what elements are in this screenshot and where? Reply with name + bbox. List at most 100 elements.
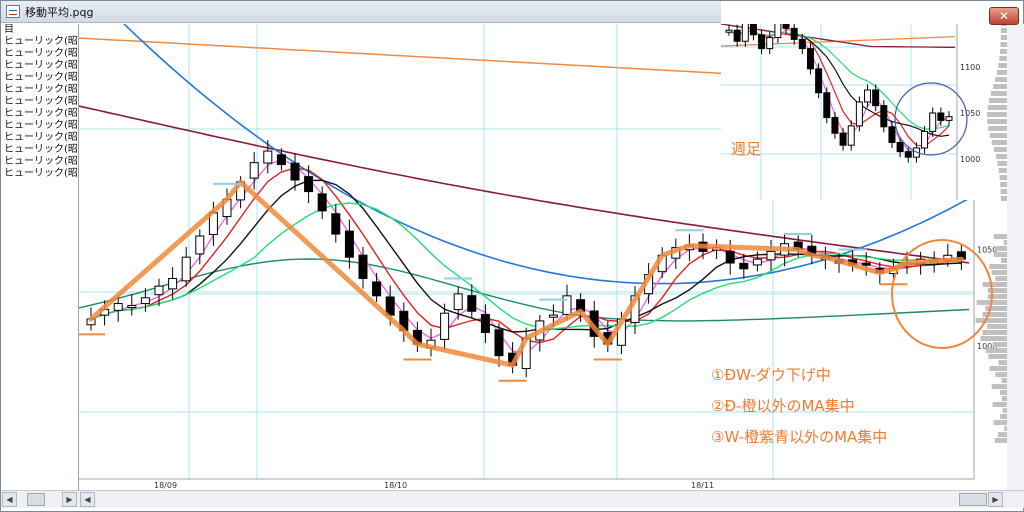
weekly-volume-bar [991,140,1007,145]
volume-bar [993,234,1007,239]
weekly-volume-bar [993,147,1007,152]
volume-bar [985,306,1007,311]
weekly-candle-up [741,20,749,42]
weekly-candle-down [896,141,904,153]
volume-bar [999,390,1007,395]
weekly-volume-bar [998,63,1007,68]
weekly-candle-up [921,130,929,149]
scroll-right-icon[interactable]: ▶ [62,492,77,507]
volume-bar [987,324,1007,329]
vertical-scrollbar[interactable] [1007,24,1024,490]
chart-scroll-right-icon[interactable]: ▶ [988,492,1003,507]
volume-bar [982,282,1007,287]
volume-bar [992,342,1007,347]
stock-list-header: 目 [4,24,14,35]
weekly-panel-label: 週足 [731,140,761,158]
window-title: 移動平均.pqg [25,6,94,19]
title-bar[interactable]: 移動平均.pqg [1,1,721,23]
weekly-candle-down [880,105,888,128]
volume-bar [994,246,1007,251]
candle-up [195,235,205,255]
candle-up [249,162,259,179]
volume-bar [994,438,1007,443]
list-horizontal-scrollbar[interactable]: ◀ ▶ [1,490,79,508]
volume-bar [982,312,1007,317]
weekly-y-tick-label: 1050 [960,109,980,118]
scroll-left-icon[interactable]: ◀ [2,492,17,507]
weekly-candle-down [782,22,790,29]
stock-list-item[interactable]: ヒューリック(昭 [1,96,78,108]
weekly-y-tick-label: 1100 [960,63,980,72]
volume-bar [980,336,1007,341]
weekly-candle-down [888,126,896,143]
weekly-volume-bar [996,70,1007,75]
weekly-volume-bar [999,175,1007,180]
chart-area[interactable]: 1050 1000 18/09 18/10 18/11 ①ÐW-ダウ下げ中 ②Ð-橙以外のM… [77,0,1007,490]
stock-list-item[interactable]: ヒューリック(昭 [1,72,78,84]
stock-list-item[interactable]: ヒューリック(昭 [1,36,78,48]
candle-up [562,295,572,315]
stock-list-item[interactable]: ヒューリック(昭 [1,168,78,180]
chart-scroll-thumb[interactable] [959,493,987,506]
weekly-volume-bar [988,126,1007,131]
weekly-candle-up [766,37,774,50]
weekly-volume-bar [995,77,1007,82]
annotation-text: ③W-橙紫青以外のMA集中 [711,428,887,446]
candle-down [725,250,735,264]
volume-bar [975,318,1007,323]
candle-up [548,314,558,318]
stock-list-item[interactable]: ヒューリック(昭 [1,120,78,132]
weekly-candle-down [872,89,880,107]
candle-up [181,256,191,282]
stock-list-items: ヒューリック(昭 ヒューリック(昭 ヒューリック(昭 ヒューリック(昭 ヒューリック(昭… [1,36,78,180]
volume-bar [993,420,1007,425]
weekly-candle-down [806,48,814,70]
volume-bar [992,402,1007,407]
close-button[interactable]: ✕ [989,7,1019,25]
volume-bar [987,288,1007,293]
app-window: 移動平均.pqg 目 ヒューリック(昭 ヒューリック(昭 ヒューリック(昭 ヒューリッ… [0,0,1024,512]
weekly-candle-up [855,101,863,127]
chart-file-icon [6,5,20,18]
weekly-volume-bar [998,168,1007,173]
candle-down [480,313,490,333]
weekly-volume-bar [989,98,1007,103]
stock-list-item[interactable]: ヒューリック(昭 [1,84,78,96]
stock-list-item[interactable]: ヒューリック(昭 [1,132,78,144]
weekly-candle-down [937,112,945,121]
daily-chart[interactable]: 1050 1000 18/09 18/10 18/11 ①ÐW-ダウ下げ中 ②Ð-橙以外のM… [77,0,1007,490]
candle-down [276,154,286,166]
candle-down [372,281,382,297]
candle-down [358,254,368,279]
weekly-candle-down [790,27,798,40]
x-tick-label: 18/09 [154,481,177,490]
candle-up [440,312,450,340]
stock-list-item[interactable]: ヒューリック(昭 [1,108,78,120]
candle-up [113,303,123,311]
weekly-volume-bar [987,119,1007,124]
stock-list-item[interactable]: ヒューリック(昭 [1,60,78,72]
stock-list-item[interactable]: ヒューリック(昭 [1,48,78,60]
weekly-candle-up [774,22,782,39]
volume-bar [982,330,1007,335]
candle-down [317,193,327,212]
candle-down [494,329,504,357]
candle-up [127,304,137,308]
x-tick-label: 18/10 [384,481,407,490]
stock-list-item[interactable]: ヒューリック(昭 [1,156,78,168]
weekly-candle-down [839,132,847,146]
weekly-candle-up [929,112,937,132]
weekly-volume-bar [995,154,1007,159]
candle-down [467,295,477,312]
support-resistance-marks [77,182,908,382]
chart-horizontal-scrollbar[interactable]: ◀ ▶ [79,490,1024,508]
chart-scroll-left-icon[interactable]: ◀ [80,492,95,507]
weekly-candle-down [758,34,766,50]
volume-bar [991,270,1007,275]
candle-down [304,176,314,193]
list-scroll-thumb[interactable] [27,493,45,506]
weekly-candle-down [831,117,839,134]
weekly-volume-bar [997,161,1007,166]
stock-list-item[interactable]: ヒューリック(昭 [1,144,78,156]
volume-profile [975,234,1007,443]
